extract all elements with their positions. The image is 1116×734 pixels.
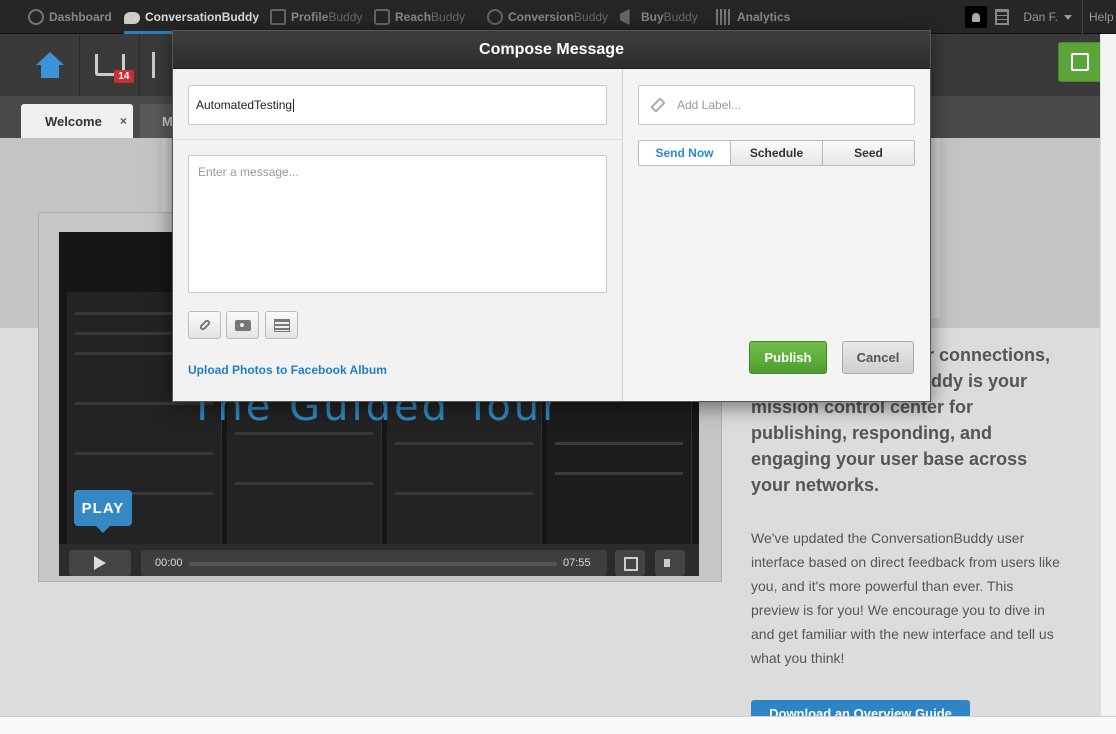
document-icon[interactable] — [995, 9, 1010, 25]
top-nav: Dashboard ConversationBuddy ProfileBuddy… — [0, 0, 1116, 34]
nav-suffix: Buddy — [328, 10, 363, 24]
play-button[interactable]: PLAY — [74, 490, 132, 533]
nav-analytics[interactable]: Analytics — [716, 0, 790, 34]
add-label-field[interactable]: Add Label... — [638, 85, 915, 125]
compose-icon — [1071, 53, 1089, 71]
nav-label: Profile — [291, 10, 329, 24]
flag-button[interactable] — [140, 34, 172, 96]
attach-photo-button[interactable] — [226, 311, 259, 339]
play-icon — [94, 556, 106, 570]
flag-icon — [152, 52, 160, 78]
home-button[interactable] — [20, 34, 80, 96]
compose-message-dialog: Compose Message AutomatedTesting Enter a… — [172, 30, 931, 402]
megaphone-icon — [620, 9, 630, 25]
top-right-controls: Dan F. Help — [965, 0, 1116, 34]
tab-welcome[interactable]: Welcome × — [21, 104, 133, 138]
bottom-strip — [0, 716, 1116, 734]
fullscreen-button[interactable] — [615, 550, 645, 576]
nav-suffix: Buddy — [431, 10, 466, 24]
inbox-button[interactable]: 14 — [80, 34, 140, 96]
scrollbar[interactable] — [1100, 34, 1116, 716]
attach-link-button[interactable] — [188, 311, 221, 339]
recipient-value: AutomatedTesting — [196, 98, 293, 112]
dashboard-icon — [28, 9, 44, 25]
video-seekbar[interactable] — [189, 562, 557, 566]
nav-dashboard[interactable]: Dashboard — [28, 0, 112, 34]
schedule-tab[interactable]: Schedule — [731, 141, 823, 165]
tag-icon — [650, 97, 666, 113]
home-icon — [35, 52, 64, 78]
reach-icon — [374, 9, 390, 25]
bar-chart-icon — [716, 9, 732, 25]
message-textarea[interactable]: Enter a message... — [188, 155, 607, 293]
nav-suffix: Buddy — [221, 10, 260, 24]
bell-icon — [972, 12, 981, 22]
profile-icon — [270, 9, 286, 25]
dialog-title: Compose Message — [173, 31, 930, 69]
speech-bubble-icon — [124, 12, 140, 24]
tab-label: Welcome — [45, 113, 102, 129]
intro-heading-line: publishing, responding, and — [751, 423, 992, 443]
upload-photos-link[interactable]: Upload Photos to Facebook Album — [188, 363, 387, 377]
divider — [173, 139, 623, 140]
text-cursor — [293, 98, 295, 112]
compose-button[interactable] — [1058, 42, 1102, 82]
user-menu[interactable]: Dan F. — [1023, 10, 1058, 24]
video-controls: 00:00 07:55 — [59, 544, 699, 576]
nav-label: Reach — [395, 10, 432, 24]
intro-heading-line: your networks. — [751, 475, 880, 495]
nav-reachbuddy[interactable]: ReachBuddy — [374, 0, 465, 34]
nav-label: Conversation — [145, 10, 222, 24]
label-placeholder: Add Label... — [677, 98, 742, 112]
intro-heading-line: engaging your user base across — [751, 449, 1028, 469]
camera-icon — [234, 319, 251, 331]
attach-template-button[interactable] — [265, 311, 298, 339]
send-mode-selector: Send Now Schedule Seed — [638, 140, 915, 166]
nav-profilebuddy[interactable]: ProfileBuddy — [270, 0, 362, 34]
nav-label: Conversion — [508, 10, 575, 24]
cancel-button[interactable]: Cancel — [842, 341, 914, 374]
nav-suffix: Buddy — [574, 10, 609, 24]
nav-suffix: Buddy — [663, 10, 698, 24]
video-total-time: 07:55 — [563, 557, 591, 569]
compose-left-pane: AutomatedTesting Enter a message... Uplo… — [173, 69, 623, 401]
close-icon[interactable]: × — [120, 114, 127, 128]
conversion-icon — [487, 9, 503, 25]
video-play-button[interactable] — [69, 550, 131, 576]
nav-conversionbuddy[interactable]: ConversionBuddy — [487, 0, 608, 34]
compose-right-pane: Add Label... Send Now Schedule Seed Publ… — [623, 69, 930, 401]
nav-buybuddy[interactable]: BuyBuddy — [620, 0, 698, 34]
volume-button[interactable] — [655, 550, 685, 576]
notifications-button[interactable] — [965, 6, 988, 28]
nav-label: Buy — [641, 10, 664, 24]
chevron-down-icon[interactable] — [1064, 14, 1072, 20]
recipient-field[interactable]: AutomatedTesting — [188, 85, 607, 125]
publish-button[interactable]: Publish — [749, 341, 827, 374]
inbox-badge: 14 — [114, 70, 134, 83]
nav-conversationbuddy[interactable]: ConversationBuddy — [124, 0, 260, 34]
link-icon — [198, 318, 211, 332]
video-current-time: 00:00 — [155, 557, 183, 569]
list-icon — [273, 318, 290, 332]
help-link[interactable]: Help — [1082, 0, 1116, 34]
send-now-tab[interactable]: Send Now — [639, 141, 731, 165]
inbox-icon: 14 — [94, 54, 134, 83]
seed-tab[interactable]: Seed — [823, 141, 914, 165]
intro-paragraph: We've updated the ConversationBuddy user… — [751, 530, 1060, 666]
